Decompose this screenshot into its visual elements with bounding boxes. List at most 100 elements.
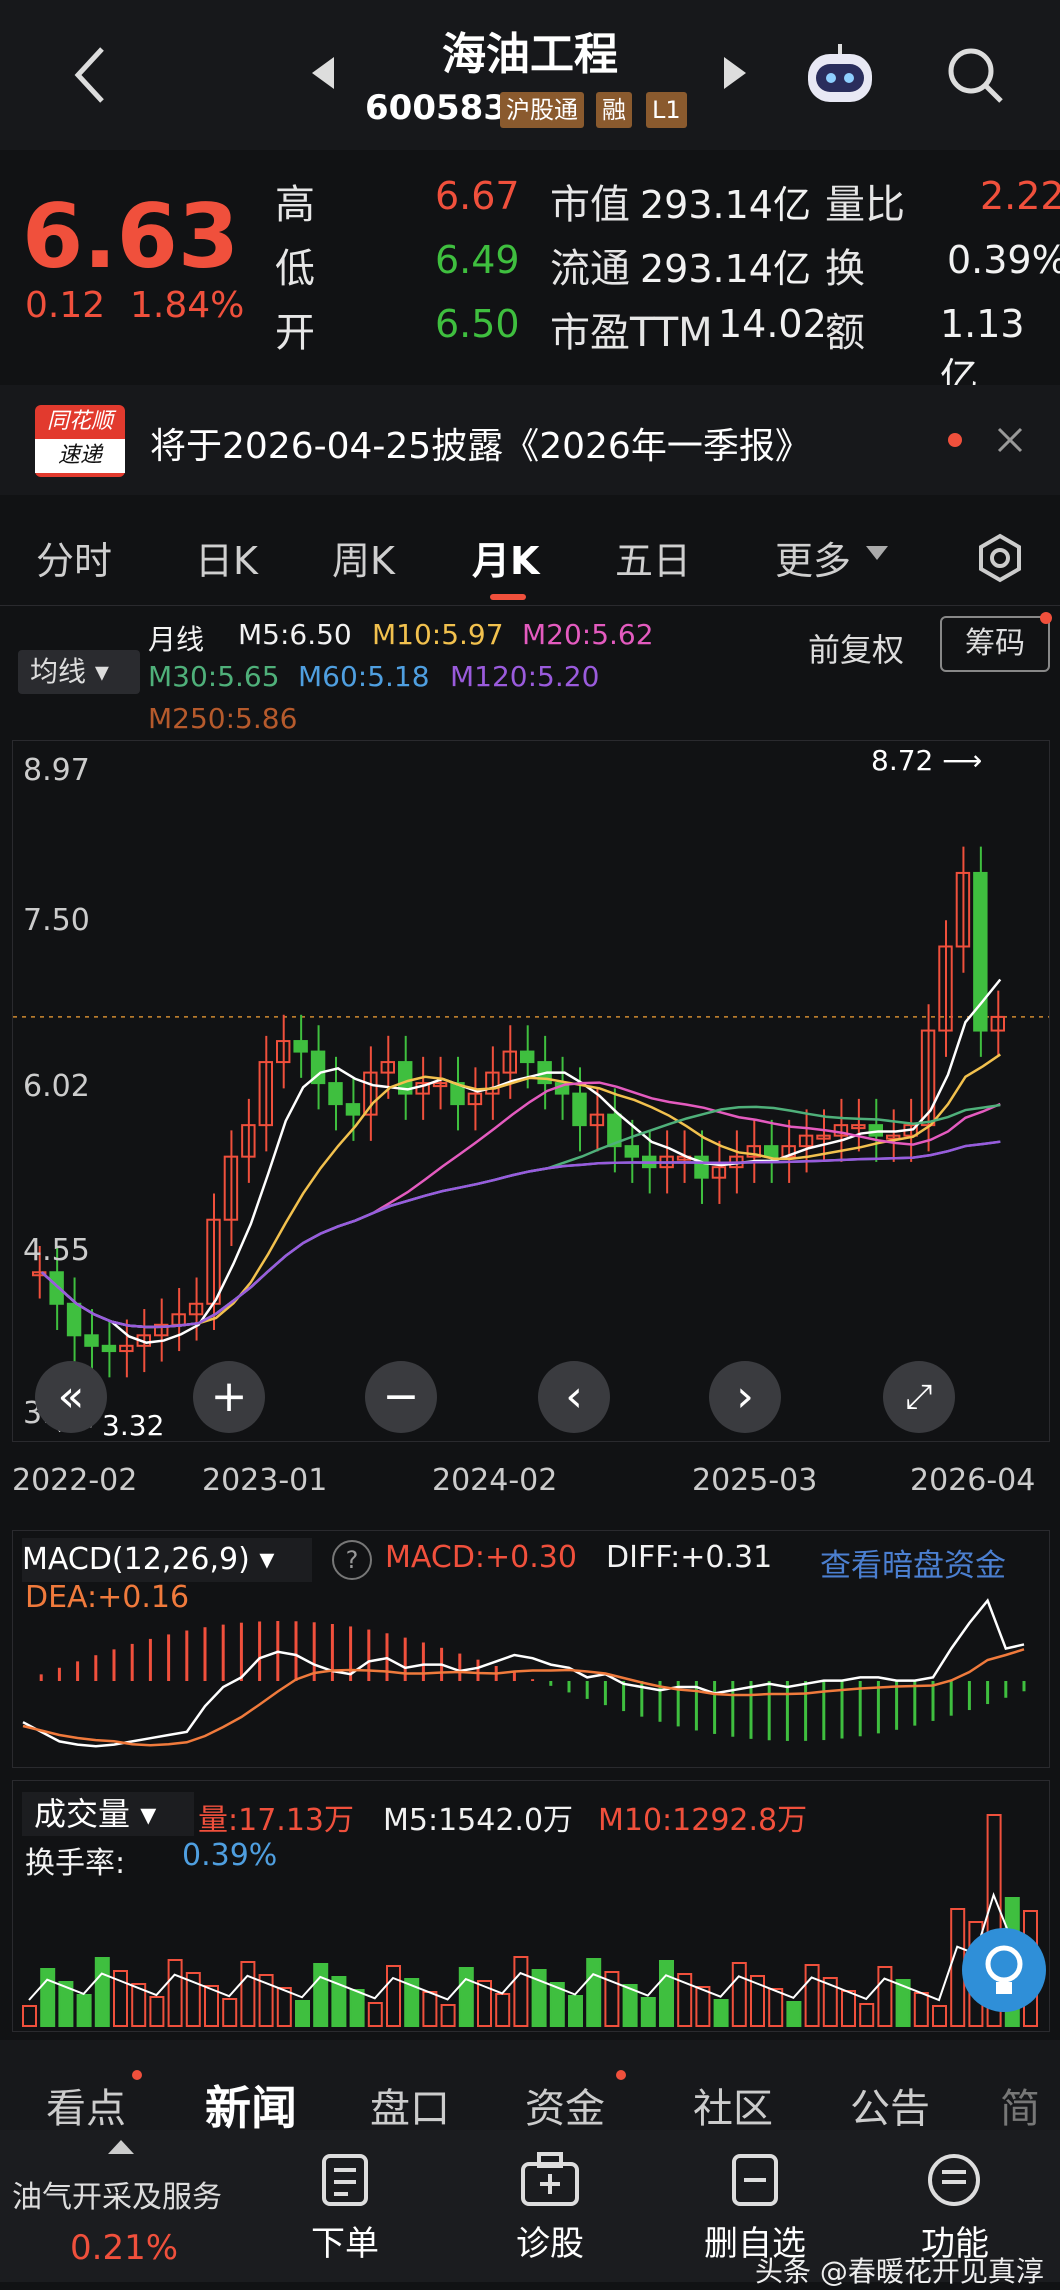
sector-name[interactable]: 油气开采及服务 — [12, 2172, 222, 2216]
volume-name: 成交量 — [34, 1795, 131, 1833]
volume-bar — [695, 1986, 711, 2027]
lightbulb-icon — [985, 1945, 1023, 1994]
volume-bar — [495, 1993, 511, 2027]
fuquan-button[interactable]: 前复权 — [808, 625, 904, 671]
tab-kandian[interactable]: 看点 — [46, 2076, 126, 2134]
volume-bar — [804, 1964, 820, 2027]
ma30-line — [40, 1103, 1001, 1329]
dea-value: DEA:+0.16 — [25, 1580, 190, 1615]
robot-assistant-icon[interactable] — [800, 40, 880, 110]
candle-body — [520, 1050, 535, 1064]
volume-bar — [440, 2004, 456, 2027]
kline-chart[interactable]: 8.97 7.50 6.02 4.55 3.07 8.72 ⟶ ⟵ 3.32 «… — [12, 740, 1050, 1442]
ma120-line — [40, 1140, 1001, 1329]
tab-shequ[interactable]: 社区 — [693, 2076, 773, 2134]
tab-pankou[interactable]: 盘口 — [370, 2076, 450, 2134]
macd-name: MACD(12,26,9) — [22, 1542, 250, 1577]
value-mktcap: 293.14亿 — [640, 183, 811, 227]
candle-body — [624, 1145, 639, 1158]
y-tick-4: 4.55 — [23, 1233, 90, 1268]
value-high: 6.67 — [435, 174, 520, 218]
ma-m10: M10:5.97 — [372, 618, 504, 651]
tab-fenshi[interactable]: 分时 — [36, 530, 112, 585]
stock-code: 600583 — [365, 88, 507, 128]
order-button[interactable]: 下单 — [270, 2130, 420, 2280]
macd-value: MACD:+0.30 — [385, 1540, 577, 1575]
help-icon[interactable]: ? — [332, 1540, 372, 1580]
scroll-right-button[interactable]: › — [709, 1361, 781, 1433]
candle-body — [572, 1092, 587, 1127]
macd-select[interactable]: MACD(12,26,9) ▾ — [22, 1538, 312, 1582]
settings-icon[interactable] — [975, 533, 1025, 583]
remove-icon — [732, 2154, 778, 2206]
label-float: 流通 — [550, 246, 630, 292]
volume-bar — [640, 1997, 656, 2027]
next-stock-icon[interactable] — [722, 55, 748, 91]
volume-bar — [295, 2000, 310, 2027]
label-open: 开 — [275, 310, 315, 356]
tab-fiveday[interactable]: 五日 — [615, 530, 691, 585]
candle-body — [84, 1334, 99, 1347]
tab-more[interactable]: 更多 — [775, 530, 851, 585]
ma-m5: M5:6.50 — [238, 618, 352, 651]
volume-bar — [713, 1999, 729, 2027]
back-icon[interactable] — [70, 45, 110, 105]
chouma-button[interactable]: 筹码 — [940, 616, 1050, 672]
volume-bar — [659, 1960, 674, 2027]
tab-monthk[interactable]: 月K — [472, 530, 539, 585]
kline-svg — [13, 846, 1049, 1378]
tab-news[interactable]: 新闻 — [205, 2072, 297, 2138]
value-open: 6.50 — [435, 302, 520, 346]
close-icon[interactable] — [995, 425, 1025, 455]
search-icon[interactable] — [945, 45, 1005, 105]
turnover-label: 换手率: — [25, 1846, 126, 1881]
diagnose-button[interactable]: 诊股 — [475, 2130, 625, 2280]
y-tick-1: 8.97 — [23, 753, 90, 788]
volume-bar — [76, 1994, 92, 2027]
tab-weekk[interactable]: 周K — [332, 530, 395, 585]
candle-body — [66, 1302, 82, 1337]
top-header: 海油工程 600583 沪股通 融 L1 — [0, 0, 1060, 150]
label-turnover: 换 — [825, 246, 865, 292]
tab-divider — [0, 605, 1060, 606]
volume-select[interactable]: 成交量 ▾ — [22, 1792, 194, 1836]
menu-icon — [928, 2154, 980, 2206]
chevron-up-icon — [108, 2140, 134, 2154]
zoom-in-button[interactable]: + — [193, 1361, 265, 1433]
x-tick-4: 2025-03 — [692, 1463, 818, 1498]
watermark: 头条 @春暖花开见真淳 — [755, 2255, 1044, 2288]
quote-table: 高 6.67 市值 293.14亿 量比 2.22 低 6.49 流通 293.… — [275, 172, 1060, 399]
zoom-out-button[interactable]: − — [365, 1361, 437, 1433]
ma-select[interactable]: 均线 ▾ — [18, 650, 140, 694]
ma5-line — [40, 978, 1002, 1344]
diagnose-label: 诊股 — [516, 2224, 584, 2264]
volume-m5: M5:1542.0万 — [383, 1803, 574, 1838]
volume-bar — [859, 2003, 875, 2027]
dark-pool-link[interactable]: 查看暗盘资金 — [820, 1540, 1006, 1585]
level-badge: L1 — [646, 92, 687, 128]
label-mktcap: 市值 — [550, 182, 630, 228]
dea-line — [22, 1648, 1025, 1747]
scroll-left-button[interactable]: ‹ — [538, 1361, 610, 1433]
margin-badge: 融 — [596, 92, 632, 128]
volume-bar — [422, 1991, 438, 2027]
volume-bar — [40, 1968, 56, 2027]
sector-pct: 0.21% — [70, 2228, 179, 2268]
tab-gonggao[interactable]: 公告 — [850, 2076, 930, 2134]
volume-bar — [367, 2002, 383, 2027]
rewind-button[interactable]: « — [35, 1361, 107, 1433]
ma-m20: M20:5.62 — [522, 618, 654, 651]
notice-text: 将于2026-04-25披露《2026年一季报》 — [150, 426, 811, 467]
notice-banner[interactable]: 同花顺 速递 将于2026-04-25披露《2026年一季报》 — [0, 385, 1060, 495]
candle-body — [764, 1145, 779, 1158]
tips-bulb-button[interactable] — [962, 1928, 1046, 2012]
tab-zijin[interactable]: 资金 — [525, 2076, 605, 2134]
news-logo: 同花顺 速递 — [35, 405, 125, 477]
tab-dayk[interactable]: 日K — [195, 530, 258, 585]
volume-bar — [913, 1992, 929, 2027]
current-price: 6.63 — [22, 185, 240, 288]
fullscreen-button[interactable]: ⤢ — [883, 1361, 955, 1433]
prev-stock-icon[interactable] — [310, 55, 336, 91]
volume-bar — [167, 1959, 183, 2027]
x-tick-3: 2024-02 — [432, 1463, 558, 1498]
